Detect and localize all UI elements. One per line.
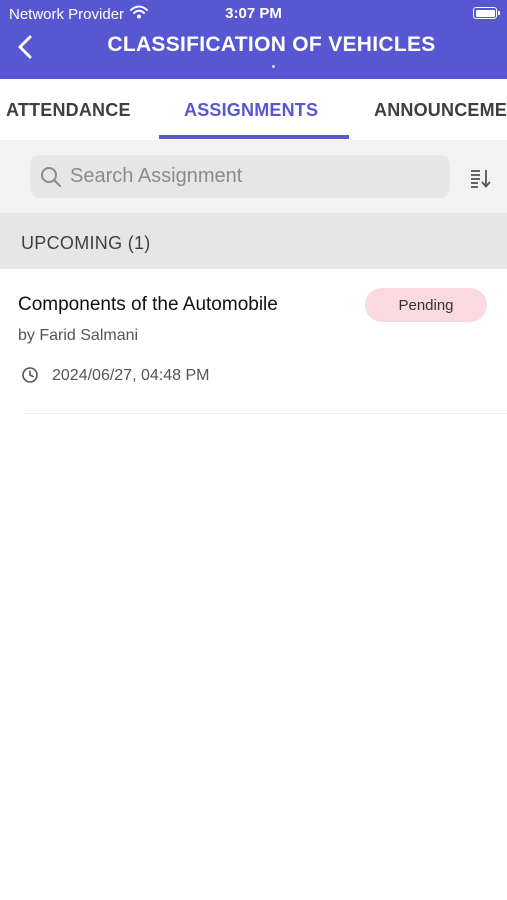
section-header-upcoming: UPCOMING (1) — [0, 213, 507, 269]
search-box[interactable] — [30, 155, 450, 198]
tab-bar: ATTENDANCE ASSIGNMENTS ANNOUNCEMENTS — [0, 79, 507, 140]
status-badge: Pending — [365, 288, 487, 322]
app-header: Network Provider 3:07 PM CLASSIFICATION … — [0, 0, 507, 79]
active-tab-indicator — [159, 135, 349, 139]
sort-button[interactable] — [468, 166, 492, 190]
page-title: CLASSIFICATION OF VEHICLES — [107, 33, 436, 56]
tab-announcements[interactable]: ANNOUNCEMENTS — [374, 100, 507, 121]
list-divider — [25, 413, 507, 414]
section-label: UPCOMING (1) — [21, 233, 151, 253]
search-input[interactable] — [68, 164, 432, 189]
assignment-datetime: 2024/06/27, 04:48 PM — [52, 367, 210, 384]
tab-assignments[interactable]: ASSIGNMENTS — [184, 100, 318, 121]
assignment-title: Components of the Automobile — [18, 294, 278, 315]
battery-icon — [473, 7, 500, 19]
clock-icon — [21, 366, 39, 384]
search-icon — [40, 166, 62, 188]
status-time: 3:07 PM — [225, 5, 282, 22]
tab-attendance[interactable]: ATTENDANCE — [6, 100, 131, 121]
status-bar: Network Provider 3:07 PM — [0, 0, 507, 28]
search-area — [0, 140, 507, 213]
title-indicator-dot — [272, 65, 275, 68]
assignment-author: by Farid Salmani — [18, 327, 139, 344]
sort-icon — [468, 170, 492, 194]
assignment-item[interactable]: Components of the Automobile by Farid Sa… — [0, 269, 507, 414]
